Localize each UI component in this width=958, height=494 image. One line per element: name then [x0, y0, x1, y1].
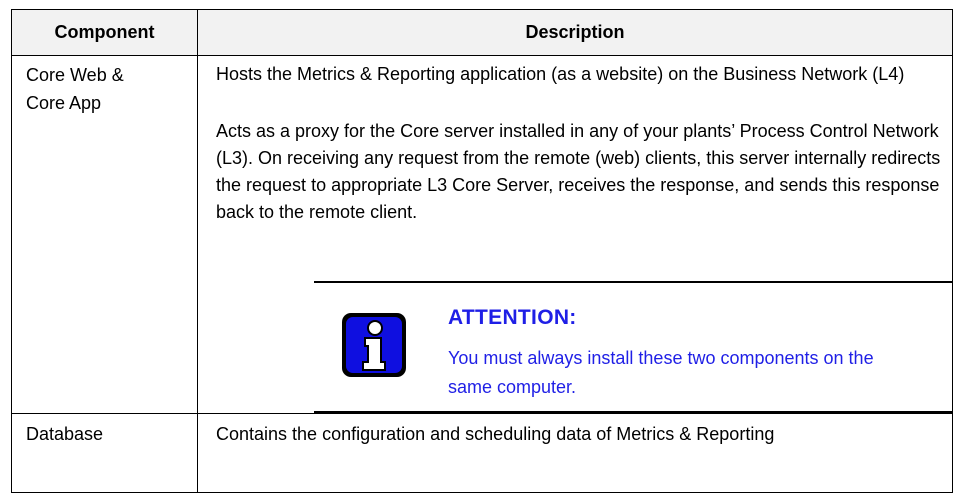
database-description: Contains the configuration and schedulin…	[216, 424, 775, 444]
table-row-database-component: Database	[26, 424, 104, 444]
attention-title: ATTENTION:	[448, 306, 577, 329]
info-icon	[342, 313, 406, 377]
component-name-line1: Core Web &	[26, 65, 124, 85]
table-row-core-component: Core Web & Core App	[26, 61, 191, 117]
components-table: Component Description Core Web & Core Ap…	[11, 9, 953, 493]
attention-rule-top	[314, 281, 952, 283]
table-header-row: Component Description	[12, 10, 952, 56]
row-divider	[12, 413, 952, 414]
attention-rule-bottom	[314, 411, 952, 413]
header-description: Description	[525, 22, 625, 42]
attention-body: You must always install these two compon…	[448, 348, 874, 397]
column-divider	[197, 10, 198, 492]
header-component: Component	[54, 22, 155, 42]
description-paragraph-1: Hosts the Metrics & Reporting applicatio…	[216, 64, 905, 84]
component-name-line2: Core App	[26, 93, 102, 113]
description-paragraph-2: Acts as a proxy for the Core server inst…	[216, 121, 941, 222]
